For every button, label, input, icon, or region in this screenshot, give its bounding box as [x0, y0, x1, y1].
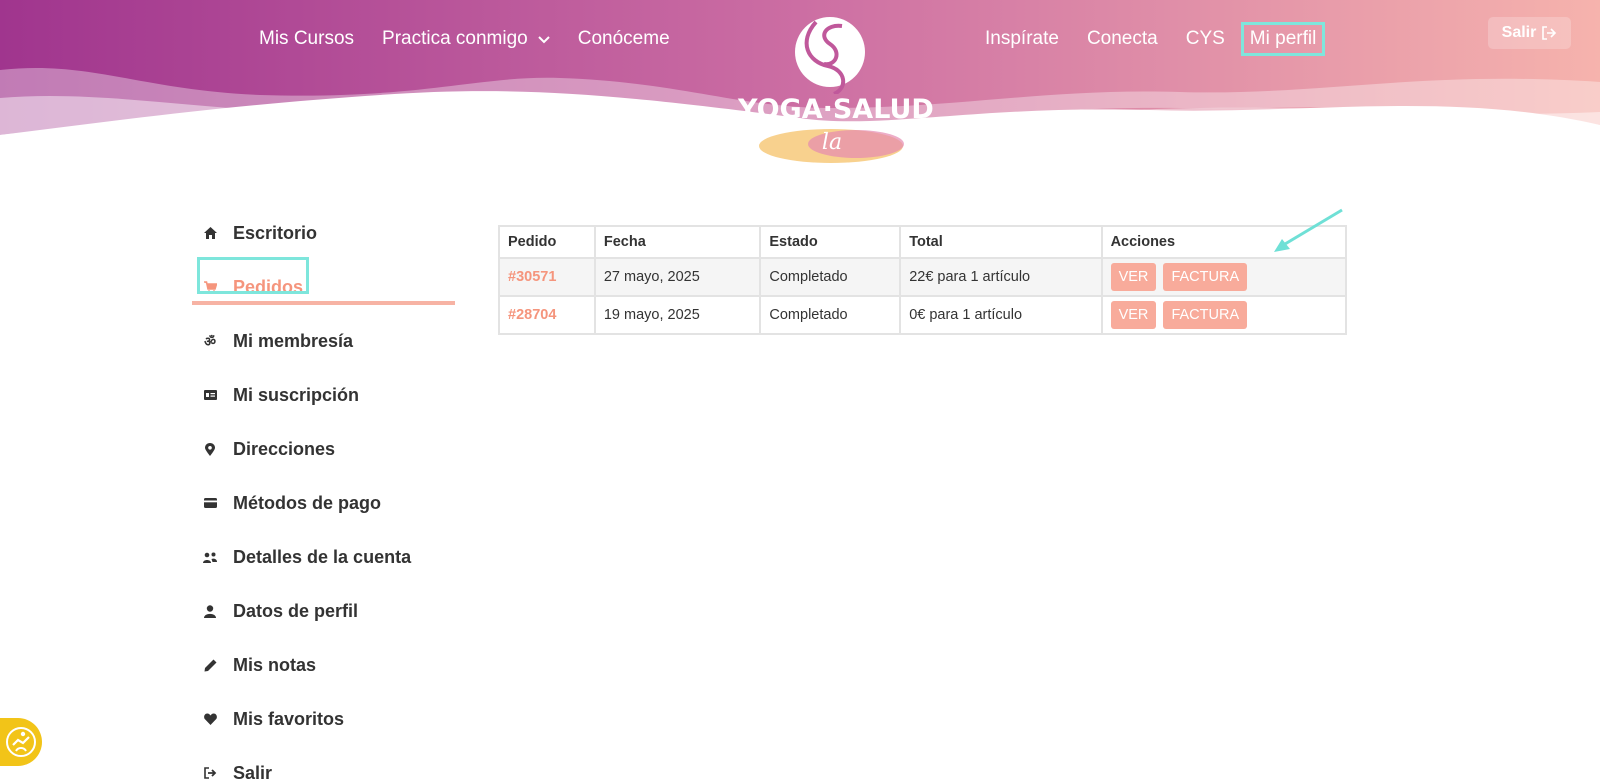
- main-nav-left: Mis Cursos Practica conmigo Conóceme: [259, 28, 698, 50]
- logout-button[interactable]: Salir: [1488, 17, 1571, 49]
- orders-table: Pedido Fecha Estado Total Acciones #3057…: [498, 225, 1348, 335]
- nav-practica-conmigo[interactable]: Practica conmigo: [382, 28, 550, 50]
- active-item-highlight: [197, 257, 309, 294]
- sidebar-item-label: Mi membresía: [233, 330, 354, 351]
- sidebar-item-label: Salir: [233, 762, 273, 782]
- column-header-total: Total: [899, 225, 1103, 259]
- sidebar-item-label: Direcciones: [233, 438, 336, 459]
- sidebar-item-mis-favoritos[interactable]: Mis favoritos: [195, 692, 457, 746]
- logo-subtitle: la videoteca: [778, 130, 886, 189]
- map-pin-icon: [203, 442, 217, 456]
- active-item-underline: [192, 301, 455, 305]
- sidebar-item-escritorio[interactable]: Escritorio: [195, 206, 457, 260]
- order-status: Completado: [759, 295, 902, 335]
- nav-practica-conmigo-label: Practica conmigo: [382, 28, 528, 49]
- nav-inspirate[interactable]: Inspírate: [985, 28, 1059, 50]
- nav-cys[interactable]: CYS: [1186, 28, 1225, 50]
- column-header-estado: Estado: [759, 225, 902, 259]
- logout-button-label: Salir: [1501, 24, 1537, 41]
- nav-mi-perfil[interactable]: Mi perfil: [1240, 22, 1326, 56]
- table-row: #28704 19 mayo, 2025 Completado 0€ para …: [498, 295, 1348, 335]
- logo-emblem-icon: [795, 17, 865, 96]
- page: Mis Cursos Practica conmigo Conóceme YOG…: [0, 0, 1600, 782]
- column-header-pedido: Pedido: [498, 225, 596, 259]
- order-id-cell: #30571: [498, 257, 596, 297]
- nav-conoceme[interactable]: Conóceme: [578, 28, 670, 50]
- credit-card-icon: [203, 496, 217, 510]
- order-actions: VER FACTURA: [1100, 295, 1348, 335]
- id-card-icon: [203, 388, 217, 402]
- order-id-cell: #28704: [498, 295, 596, 335]
- site-header: Mis Cursos Practica conmigo Conóceme YOG…: [0, 0, 1600, 189]
- sidebar-item-mi-membresia[interactable]: ॐ Mi membresía: [195, 314, 457, 368]
- invoice-button[interactable]: FACTURA: [1163, 301, 1248, 329]
- om-icon: ॐ: [204, 335, 216, 350]
- sidebar-item-label: Métodos de pago: [233, 492, 381, 513]
- main-nav-right: Inspírate Conecta CYS Mi perfil: [985, 22, 1350, 56]
- view-order-button[interactable]: VER: [1110, 263, 1157, 291]
- view-order-button[interactable]: VER: [1110, 301, 1157, 329]
- sidebar-item-mis-notas[interactable]: Mis notas: [195, 638, 457, 692]
- order-date: 27 mayo, 2025: [593, 257, 762, 297]
- sidebar-item-datos-de-perfil[interactable]: Datos de perfil: [195, 584, 457, 638]
- sidebar-item-metodos-de-pago[interactable]: Métodos de pago: [195, 476, 457, 530]
- sidebar-item-mi-suscripcion[interactable]: Mi suscripción: [195, 368, 457, 422]
- sidebar-item-detalles-de-la-cuenta[interactable]: Detalles de la cuenta: [195, 530, 457, 584]
- order-total: 0€ para 1 artículo: [899, 295, 1103, 335]
- sidebar-item-label: Mis notas: [233, 654, 317, 675]
- sidebar-item-label: Mis favoritos: [233, 708, 345, 729]
- order-date: 19 mayo, 2025: [593, 295, 762, 335]
- sign-out-icon: [203, 766, 217, 780]
- logo-title: YOGA·SALUD: [738, 94, 934, 125]
- nav-mis-cursos[interactable]: Mis Cursos: [259, 28, 354, 50]
- users-icon: [203, 550, 217, 564]
- user-icon: [203, 604, 217, 618]
- annotation-arrow-icon: [1274, 208, 1343, 252]
- sidebar-item-label: Datos de perfil: [233, 600, 359, 621]
- sidebar-item-salir[interactable]: Salir: [195, 746, 457, 782]
- site-logo[interactable]: YOGA·SALUD la videoteca: [738, 14, 934, 189]
- sidebar-item-direcciones[interactable]: Direcciones: [195, 422, 457, 476]
- sign-out-icon: [1542, 26, 1557, 40]
- account-sidebar: Escritorio Pedidos ॐ Mi membresía Mi sus…: [192, 206, 457, 782]
- column-header-fecha: Fecha: [593, 225, 762, 259]
- home-icon: [203, 226, 217, 240]
- order-total: 22€ para 1 artículo: [899, 257, 1103, 297]
- sidebar-item-label: Mi suscripción: [233, 384, 360, 405]
- accessibility-icon: [6, 727, 36, 757]
- table-row: #30571 27 mayo, 2025 Completado 22€ para…: [498, 257, 1348, 297]
- invoice-button[interactable]: FACTURA: [1163, 263, 1248, 291]
- order-status: Completado: [759, 257, 902, 297]
- nav-conecta[interactable]: Conecta: [1087, 28, 1158, 50]
- order-link[interactable]: #28704: [508, 307, 556, 323]
- accessibility-button[interactable]: [0, 718, 42, 766]
- chevron-down-icon: [538, 28, 550, 50]
- pencil-icon: [203, 658, 217, 672]
- sidebar-item-label: Escritorio: [233, 222, 318, 243]
- order-actions: VER FACTURA: [1100, 257, 1348, 297]
- order-link[interactable]: #30571: [508, 269, 556, 285]
- table-header-row: Pedido Fecha Estado Total Acciones: [498, 225, 1348, 259]
- sidebar-item-label: Detalles de la cuenta: [233, 546, 412, 567]
- heart-icon: [203, 712, 217, 726]
